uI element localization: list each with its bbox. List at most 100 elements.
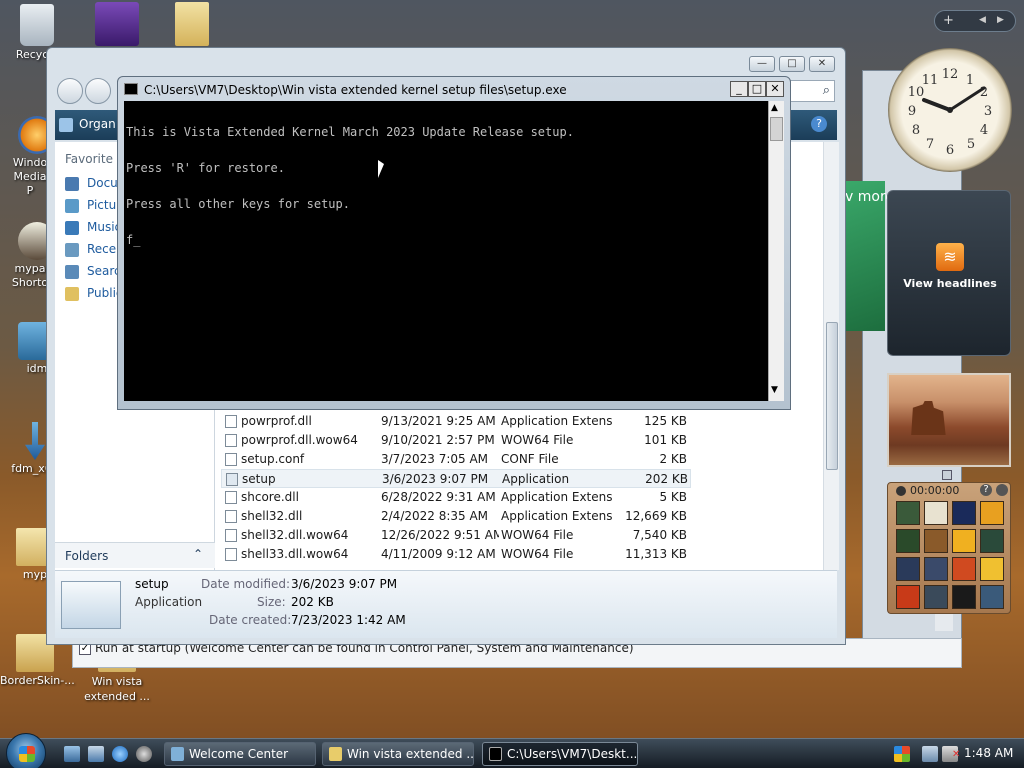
- organize-button[interactable]: Organ: [79, 117, 116, 131]
- minimize-button[interactable]: —: [749, 56, 775, 72]
- puzzle-tile[interactable]: [980, 529, 1004, 553]
- scroll-down-arrow-icon[interactable]: ▼: [771, 385, 778, 395]
- scrollbar-thumb[interactable]: [770, 117, 783, 141]
- scroll-up-arrow-icon[interactable]: ▲: [771, 103, 778, 113]
- taskbar-item-welcome-center[interactable]: Welcome Center: [164, 742, 316, 766]
- console-input-line: f_: [126, 234, 766, 246]
- next-gadget-button[interactable]: ▶: [997, 15, 1004, 25]
- svg-text:9: 9: [908, 104, 916, 119]
- slideshow-gadget[interactable]: [887, 373, 1011, 467]
- switch-windows-icon[interactable]: [88, 746, 104, 762]
- puzzle-tile[interactable]: [896, 585, 920, 609]
- zip-folder-icon[interactable]: [175, 2, 209, 46]
- puzzle-tile[interactable]: [952, 501, 976, 525]
- public-folder-icon: [65, 286, 79, 301]
- file-row[interactable]: shell32.dll.wow64 12/26/2022 9:51 AM WOW…: [221, 526, 691, 545]
- sidebar-item-recent[interactable]: Recen: [65, 242, 124, 257]
- puzzle-tile[interactable]: [896, 557, 920, 581]
- sidebar-item-documents[interactable]: Docu: [65, 176, 118, 191]
- folders-toggle[interactable]: Folders ⌃: [55, 542, 215, 568]
- file-icon: [225, 548, 237, 561]
- maximize-button[interactable]: □: [779, 56, 805, 72]
- file-row[interactable]: powrprof.dll.wow64 9/10/2021 2:57 PM WOW…: [221, 431, 691, 450]
- forward-button[interactable]: [85, 78, 111, 104]
- favorite-links-heading: Favorite L: [65, 152, 124, 166]
- puzzle-tile[interactable]: [896, 529, 920, 553]
- console-output[interactable]: This is Vista Extended Kernel March 2023…: [124, 101, 768, 401]
- music-icon: [65, 220, 79, 235]
- puzzle-shuffle-button[interactable]: [996, 484, 1008, 496]
- recent-icon: [65, 242, 79, 257]
- svg-text:11: 11: [922, 73, 939, 88]
- windows-flag-tray-icon[interactable]: [894, 746, 910, 762]
- details-file-kind: Application: [135, 595, 203, 609]
- svg-text:6: 6: [946, 143, 954, 158]
- details-pane: setup Application Date modified: 3/6/202…: [55, 570, 837, 638]
- file-row[interactable]: shell33.dll.wow64 4/11/2009 9:12 AM WOW6…: [221, 545, 691, 564]
- scrollbar-thumb[interactable]: [826, 322, 838, 470]
- file-list-scrollbar[interactable]: [823, 142, 839, 570]
- show-desktop-icon[interactable]: [64, 746, 80, 762]
- details-modified-value: 3/6/2023 9:07 PM: [291, 577, 398, 591]
- file-row[interactable]: shcore.dll 6/28/2022 9:31 AM Application…: [221, 488, 691, 507]
- recycle-bin-icon: [20, 4, 54, 46]
- file-row[interactable]: shell32.dll 2/4/2022 8:35 AM Application…: [221, 507, 691, 526]
- file-row-selected[interactable]: setup 3/6/2023 9:07 PM Application 202 K…: [221, 469, 691, 488]
- puzzle-tile[interactable]: [896, 501, 920, 525]
- feed-headlines-gadget[interactable]: ≋ View headlines: [887, 190, 1011, 356]
- svg-text:4: 4: [980, 123, 988, 138]
- puzzle-tile[interactable]: [980, 501, 1004, 525]
- add-gadget-button[interactable]: +: [943, 13, 954, 28]
- internet-explorer-icon[interactable]: [112, 746, 128, 762]
- media-player-icon[interactable]: [136, 746, 152, 762]
- puzzle-tile[interactable]: [924, 585, 948, 609]
- details-file-name: setup: [135, 577, 169, 591]
- rss-feed-icon: ≋: [936, 243, 964, 271]
- sidebar-item-pictures[interactable]: Pictur: [65, 198, 121, 213]
- picture-puzzle-gadget[interactable]: 00:00:00 ?: [887, 482, 1011, 614]
- file-row[interactable]: setup.conf 3/7/2023 7:05 AM CONF File 2 …: [221, 450, 691, 469]
- sidebar-item-public[interactable]: Public: [65, 286, 123, 301]
- puzzle-tile[interactable]: [980, 585, 1004, 609]
- file-row[interactable]: powrprof.dll 9/13/2021 9:25 AM Applicati…: [221, 412, 691, 431]
- close-button[interactable]: ✕: [766, 81, 784, 97]
- back-button[interactable]: [57, 78, 83, 104]
- puzzle-tile[interactable]: [924, 557, 948, 581]
- view-headlines-link[interactable]: View headlines: [888, 277, 1012, 290]
- winrar-icon[interactable]: [95, 2, 139, 46]
- clock-gadget[interactable]: 12 1 2 345 678 9 10 11: [888, 48, 1012, 172]
- notification-area: ✕ 1:48 AM: [888, 739, 1024, 768]
- gadget-handle[interactable]: [942, 470, 952, 480]
- close-button[interactable]: ✕: [809, 56, 835, 72]
- details-modified-label: Date modified:: [201, 577, 291, 591]
- taskbar-item-explorer[interactable]: Win vista extended ...: [322, 742, 474, 766]
- dll-file-icon: [225, 510, 237, 523]
- minimize-button[interactable]: _: [730, 81, 748, 97]
- puzzle-tile[interactable]: [952, 585, 976, 609]
- svg-text:8: 8: [912, 123, 920, 138]
- console-window[interactable]: C:\Users\VM7\Desktop\Win vista extended …: [117, 76, 791, 410]
- setup-thumbnail-icon: [61, 581, 121, 629]
- svg-text:1: 1: [966, 73, 974, 88]
- puzzle-tile[interactable]: [952, 557, 976, 581]
- sidebar-item-music[interactable]: Music: [65, 220, 121, 235]
- puzzle-tile[interactable]: [980, 557, 1004, 581]
- console-line: Press 'R' for restore.: [126, 161, 285, 175]
- start-button[interactable]: [6, 733, 46, 768]
- desktop-icon-label: mypa Shorto: [11, 262, 49, 289]
- details-size-value: 202 KB: [291, 595, 334, 609]
- help-icon[interactable]: ?: [811, 116, 827, 132]
- puzzle-tile[interactable]: [952, 529, 976, 553]
- console-scrollbar[interactable]: ▲ ▼: [768, 101, 784, 401]
- network-tray-icon[interactable]: [922, 746, 938, 762]
- previous-gadget-button[interactable]: ◀: [979, 15, 986, 25]
- system-clock[interactable]: 1:48 AM: [964, 746, 1013, 760]
- puzzle-tile[interactable]: [924, 501, 948, 525]
- file-icon: [225, 453, 237, 466]
- taskbar-item-console[interactable]: C:\Users\VM7\Deskt...: [482, 742, 638, 766]
- puzzle-help-button[interactable]: ?: [980, 484, 992, 496]
- puzzle-tile[interactable]: [924, 529, 948, 553]
- svg-text:12: 12: [942, 67, 959, 82]
- maximize-button[interactable]: □: [748, 81, 766, 97]
- dll-file-icon: [225, 415, 237, 428]
